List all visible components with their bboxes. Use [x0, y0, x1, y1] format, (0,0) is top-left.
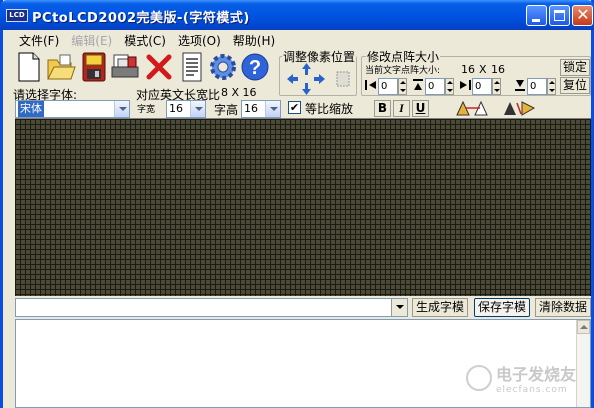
current-height-value: 16	[491, 63, 505, 76]
maximize-button[interactable]	[549, 5, 570, 26]
lock-button[interactable]: 锁定	[560, 59, 590, 76]
help-button[interactable]: ?	[239, 50, 271, 84]
delete-icon	[146, 54, 172, 80]
left-size-spinner[interactable]	[398, 78, 407, 95]
menu-file[interactable]: 文件(F)	[13, 31, 65, 48]
shift-down-button[interactable]	[300, 82, 313, 96]
expand-left-icon	[364, 78, 378, 92]
right-size-input[interactable]: 0	[472, 78, 492, 95]
proportional-label: 等比缩放	[305, 102, 354, 116]
close-button[interactable]: ✕	[572, 5, 593, 26]
app-icon: LCD	[6, 9, 28, 22]
left-size-input[interactable]: 0	[378, 78, 398, 95]
settings-gear-icon	[210, 54, 236, 80]
checkmark-icon: ✔	[289, 101, 300, 114]
expand-right-icon	[458, 78, 472, 92]
arrow-up-icon	[302, 63, 311, 75]
current-x-label: X	[479, 63, 487, 76]
char-height-select[interactable]: 16	[241, 100, 281, 118]
ratio-value: 8 X 16	[221, 86, 257, 99]
new-icon	[18, 52, 40, 82]
close-icon: ✕	[576, 5, 590, 24]
restore-button[interactable]: 复位	[560, 77, 590, 94]
app-window: LCD PCtoLCD2002完美版-(字符模式) ✕ 文件(F) 编辑(E) …	[0, 0, 594, 408]
document-icon	[182, 52, 202, 82]
bottom-size-spinner[interactable]	[547, 78, 556, 95]
output-scrollbar[interactable]	[576, 320, 590, 407]
current-width-value: 16	[461, 63, 475, 76]
settings-button[interactable]	[207, 50, 239, 84]
char-height-value: 16	[244, 102, 258, 115]
flip-horizontal-button[interactable]	[455, 100, 491, 117]
document-button[interactable]	[176, 50, 208, 84]
save-font-button[interactable]: 保存字模	[474, 298, 530, 317]
window-title: PCtoLCD2002完美版-(字符模式)	[32, 11, 250, 26]
watermark-logo-icon	[465, 365, 492, 391]
italic-button[interactable]: I	[393, 100, 410, 117]
char-height-label: 字高	[214, 103, 239, 117]
expand-bottom-icon	[513, 78, 527, 92]
title-bar[interactable]: LCD PCtoLCD2002完美版-(字符模式) ✕	[0, 0, 594, 30]
minimize-button[interactable]	[526, 5, 547, 26]
flip-horizontal-icon	[456, 100, 488, 116]
top-size-input[interactable]: 0	[425, 78, 445, 95]
watermark: 电子发烧友 elecfans.com	[465, 361, 576, 395]
expand-top-icon	[411, 78, 425, 92]
menu-options[interactable]: 选项(O)	[172, 31, 227, 48]
center-button[interactable]	[335, 70, 351, 88]
new-button[interactable]	[13, 50, 45, 84]
underline-button[interactable]: U	[412, 100, 429, 117]
bottom-size-input[interactable]: 0	[527, 78, 547, 95]
proportional-checkbox[interactable]: ✔	[288, 101, 301, 114]
save-icon	[82, 52, 106, 82]
scroll-up-icon[interactable]	[577, 320, 590, 334]
adjust-position-title: 调整像素位置	[282, 48, 357, 65]
chevron-down-icon	[114, 101, 129, 117]
chevron-down-icon	[391, 299, 407, 316]
minimize-icon	[532, 19, 540, 22]
font-data-output[interactable]: 电子发烧友 elecfans.com	[15, 319, 591, 408]
print-button[interactable]	[109, 50, 141, 84]
char-width-select[interactable]: 16	[166, 100, 206, 118]
output-format-select[interactable]	[15, 298, 408, 317]
arrow-right-icon	[314, 74, 325, 84]
flip-vertical-icon	[504, 101, 536, 116]
maximize-icon	[554, 10, 565, 21]
font-select[interactable]: 宋体	[15, 100, 130, 118]
open-icon	[47, 54, 76, 80]
menu-mode[interactable]: 模式(C)	[118, 31, 172, 48]
svg-text:?: ?	[249, 57, 261, 79]
watermark-sub: elecfans.com	[495, 385, 568, 395]
arrow-down-icon	[302, 83, 311, 95]
char-width-value: 16	[169, 102, 183, 115]
chevron-down-icon	[190, 101, 205, 117]
font-select-value: 宋体	[18, 101, 44, 117]
arrow-left-icon	[287, 74, 298, 84]
menu-bar: 文件(F) 编辑(E) 模式(C) 选项(O) 帮助(H)	[13, 31, 281, 48]
dot-matrix-canvas[interactable]	[15, 118, 591, 296]
menu-edit[interactable]: 编辑(E)	[65, 31, 118, 48]
flip-vertical-button[interactable]	[502, 100, 538, 117]
right-size-spinner[interactable]	[492, 78, 501, 95]
generate-font-button[interactable]: 生成字模	[412, 298, 468, 317]
shift-right-button[interactable]	[313, 72, 326, 86]
clear-data-button[interactable]: 清除数据	[535, 298, 591, 317]
watermark-text: 电子发烧友	[495, 365, 576, 384]
shift-up-button[interactable]	[300, 62, 313, 76]
chevron-down-icon	[265, 101, 280, 117]
bold-button[interactable]: B	[374, 100, 391, 117]
save-button[interactable]	[78, 50, 110, 84]
delete-button[interactable]	[143, 50, 175, 84]
menu-help[interactable]: 帮助(H)	[227, 31, 281, 48]
open-button[interactable]	[45, 50, 77, 84]
print-icon	[111, 54, 139, 78]
char-width-label: 字宽	[137, 105, 156, 115]
shift-left-button[interactable]	[286, 72, 299, 86]
current-size-label: 当前文字点阵大小:	[365, 66, 441, 76]
top-size-spinner[interactable]	[445, 78, 454, 95]
center-icon	[336, 71, 350, 87]
help-icon: ?	[241, 53, 269, 81]
